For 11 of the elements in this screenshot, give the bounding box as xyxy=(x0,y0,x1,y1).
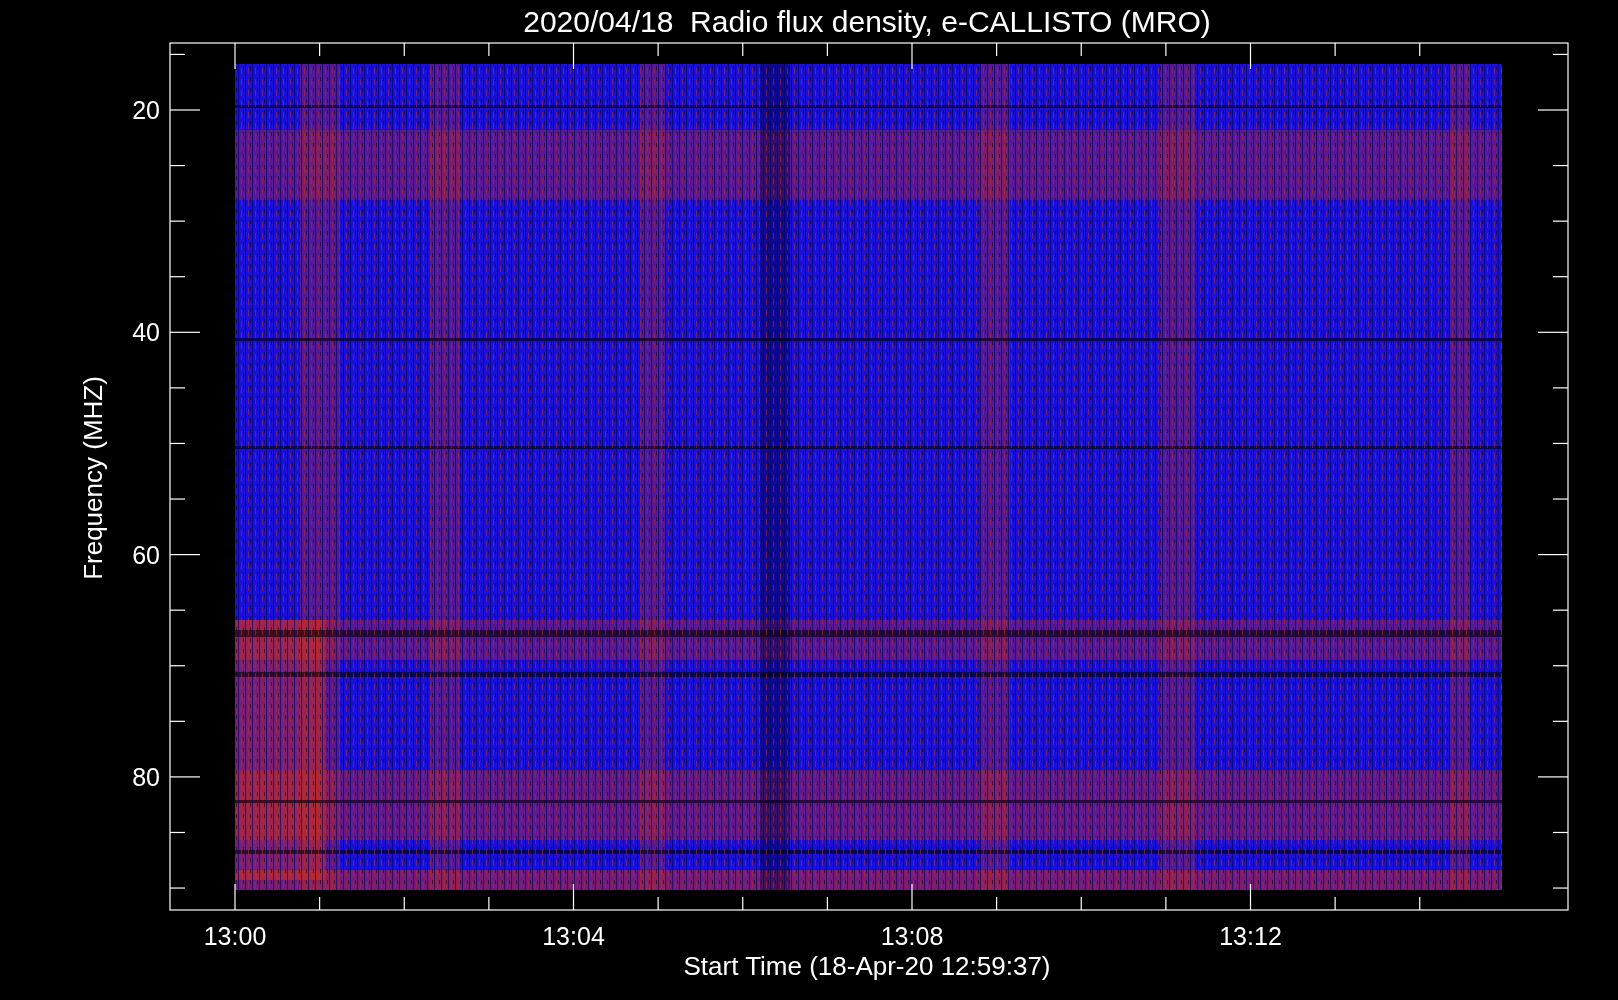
x-tick-label: 13:00 xyxy=(203,922,267,950)
y-tick-label: 20 xyxy=(132,96,160,124)
y-tick-label: 80 xyxy=(132,762,160,791)
chart-title: 2020/04/18 Radio flux density, e-CALLISTO (MRO) xyxy=(523,5,1211,38)
x-tick-label: 13:08 xyxy=(880,922,944,950)
x-tick-label: 13:04 xyxy=(542,922,605,950)
x-tick-label: 13:12 xyxy=(1219,922,1282,950)
x-axis-label: Start Time (18-Apr-20 12:59:37) xyxy=(683,951,1051,981)
y-axis-label: Frequency (MHZ) xyxy=(78,376,108,580)
y-tick-label: 60 xyxy=(132,540,160,569)
y-tick-label: 40 xyxy=(132,318,160,347)
